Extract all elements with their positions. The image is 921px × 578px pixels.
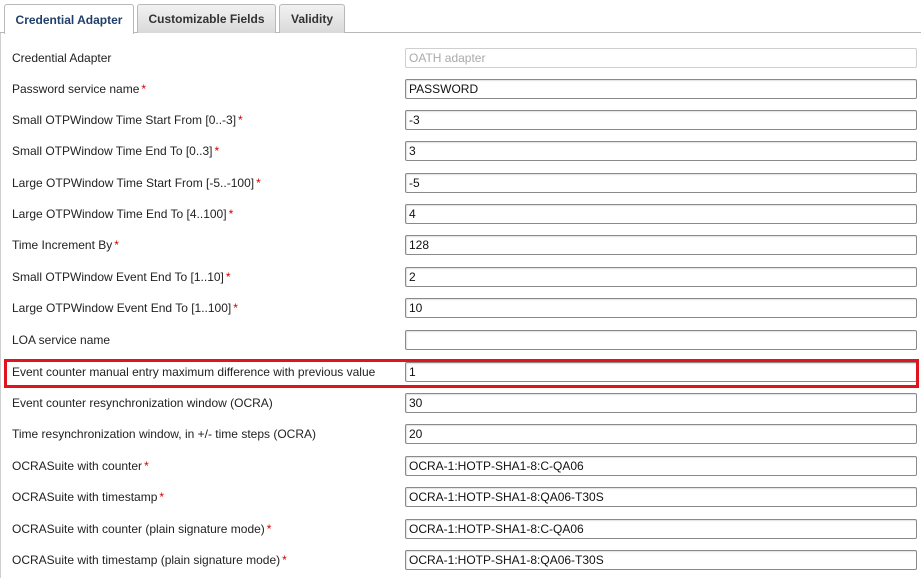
required-marker: * [225,270,231,284]
form-row: Time resynchronization window, in +/- ti… [1,419,921,450]
field-label: OCRASuite with timestamp (plain signatur… [12,545,287,576]
field-input[interactable] [405,235,917,255]
field-input[interactable] [405,204,917,224]
field-label: Credential Adapter [12,43,111,74]
field-label: Time resynchronization window, in +/- ti… [12,419,316,450]
field-input[interactable] [405,267,917,287]
field-input[interactable] [405,393,917,413]
required-marker: * [228,207,234,221]
field-label-text: Small OTPWindow Time Start From [0..-3] [12,113,237,127]
field-label: LOA service name [12,325,110,356]
form-row: OCRASuite with timestamp * [1,482,921,513]
field-label-text: OCRASuite with timestamp [12,490,158,504]
form-row: OCRASuite with timestamp (plain signatur… [1,545,921,576]
required-marker: * [141,82,147,96]
field-label-text: OCRASuite with timestamp (plain signatur… [12,553,281,567]
field-label: Event counter resynchronization window (… [12,388,273,419]
required-marker: * [159,490,165,504]
field-input[interactable] [405,79,917,99]
field-input[interactable] [405,456,917,476]
field-input [405,48,917,68]
field-label: Large OTPWindow Time Start From [-5..-10… [12,168,261,199]
field-input[interactable] [405,330,917,350]
form-row: Small OTPWindow Time End To [0..3] * [1,136,921,167]
form-row: OCRASuite with counter * [1,451,921,482]
field-input[interactable] [405,362,917,382]
field-input[interactable] [405,519,917,539]
field-label-text: Large OTPWindow Event End To [1..100] [12,301,232,315]
field-label: Small OTPWindow Time End To [0..3] * [12,136,219,167]
field-label-text: Small OTPWindow Event End To [1..10] [12,270,224,284]
form-row: Small OTPWindow Event End To [1..10] * [1,262,921,293]
form-row: Large OTPWindow Event End To [1..100] * [1,293,921,324]
form-row: Large OTPWindow Time Start From [-5..-10… [1,168,921,199]
tab-validity[interactable]: Validity [279,4,345,33]
field-input[interactable] [405,173,917,193]
field-label-text: Small OTPWindow Time End To [0..3] [12,144,213,158]
field-input[interactable] [405,550,917,570]
required-marker: * [144,459,149,473]
tab-credential-adapter[interactable]: Credential Adapter [4,4,134,34]
tab-bar: Credential Adapter Customizable Fields V… [0,0,921,34]
field-label: Small OTPWindow Event End To [1..10] * [12,262,231,293]
form-row: LOA service name [1,325,921,356]
required-marker: * [266,522,272,536]
field-label: OCRASuite with timestamp * [12,482,164,513]
field-label: Password service name * [12,74,146,105]
tab-customizable-fields[interactable]: Customizable Fields [137,4,276,33]
field-input[interactable] [405,110,917,130]
field-label: Time Increment By * [12,230,119,261]
field-label: Small OTPWindow Time Start From [0..-3] * [12,105,243,136]
field-label-text: OCRASuite with counter [12,459,143,473]
form-row: Event counter resynchronization window (… [1,388,921,419]
required-marker: * [282,553,287,567]
field-label-text: Password service name [12,82,140,96]
required-marker: * [256,176,261,190]
field-label-text: LOA service name [12,333,111,347]
form-row: Time Increment By * [1,230,921,261]
field-label: Event counter manual entry maximum diffe… [12,357,375,388]
field-label-text: OCRASuite with counter (plain signature … [12,522,265,536]
field-label: Large OTPWindow Time End To [4..100] * [12,199,233,230]
form-row: Large OTPWindow Time End To [4..100] * [1,199,921,230]
credential-adapter-form: Credential AdapterPassword service name*… [0,33,921,578]
field-label-text: Time resynchronization window, in +/- ti… [12,427,316,441]
field-label-text: Event counter manual entry maximum diffe… [12,365,376,379]
field-input[interactable] [405,424,917,444]
required-marker: * [114,238,119,252]
field-label-text: Time Increment By [12,238,113,252]
field-input[interactable] [405,141,917,161]
form-row: Password service name * [1,74,921,105]
field-label-text: Credential Adapter [12,51,112,65]
required-marker: * [238,113,243,127]
required-marker: * [233,301,238,315]
field-input[interactable] [405,487,917,507]
form-row: Event counter manual entry maximum diffe… [1,357,921,388]
field-label-text: Large OTPWindow Time Start From [-5..-10… [12,176,255,190]
field-label: OCRASuite with counter * [12,451,149,482]
required-marker: * [214,144,220,158]
field-label-text: Large OTPWindow Time End To [4..100] [12,207,227,221]
form-row: OCRASuite with counter (plain signature … [1,514,921,545]
form-row: Credential Adapter [1,43,921,74]
field-label: OCRASuite with counter (plain signature … [12,514,271,545]
form-row: Small OTPWindow Time Start From [0..-3] * [1,105,921,136]
field-label-text: Event counter resynchronization window (… [12,396,273,410]
field-label: Large OTPWindow Event End To [1..100] * [12,293,238,324]
field-input[interactable] [405,298,917,318]
